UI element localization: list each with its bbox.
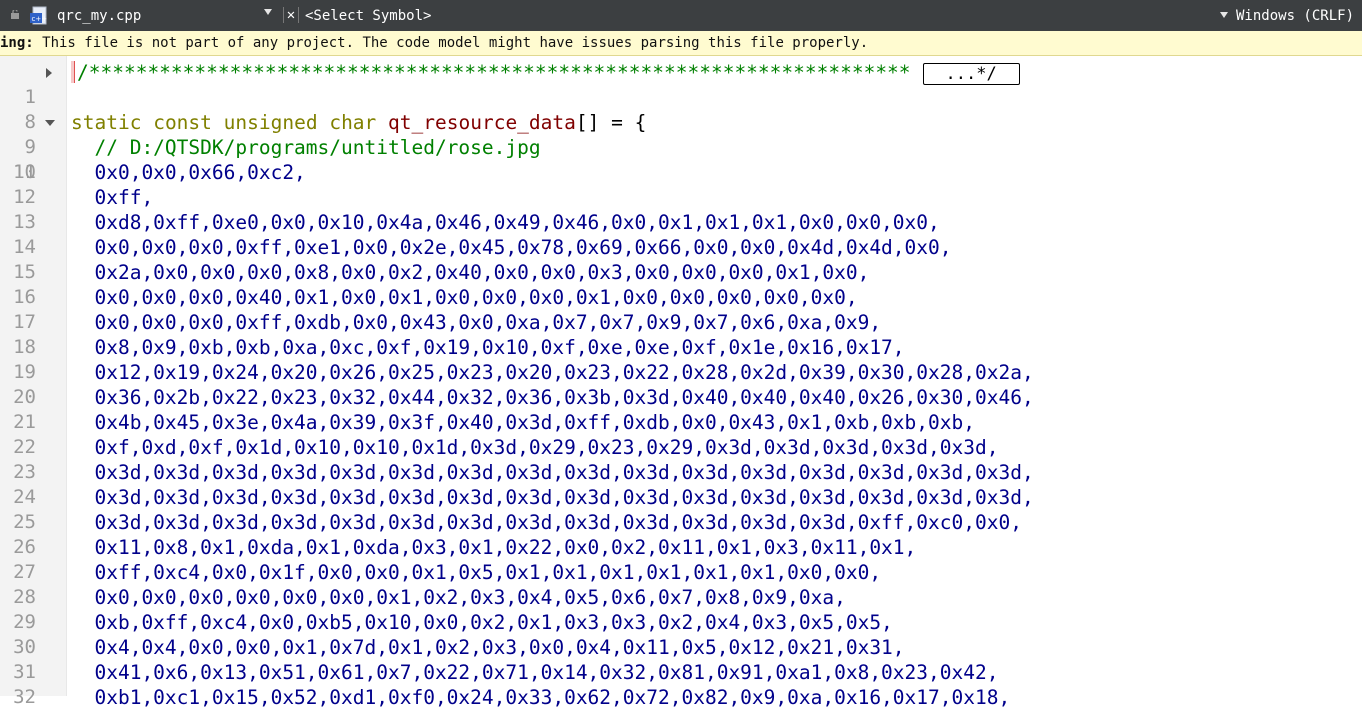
code-line[interactable]: 14 0x0,0x0,0x0,0xff,0xe1,0x0,0x2e,0x45,0… (0, 235, 1362, 260)
code-line[interactable]: 11 0x0,0x0,0x66,0xc2, (0, 160, 1362, 185)
line-number: 28 (13, 586, 36, 608)
code-text: 0x3d,0x3d,0x3d,0x3d,0x3d,0x3d,0x3d,0x3d,… (71, 511, 1022, 534)
code-line[interactable]: 21 0x4b,0x45,0x3e,0x4a,0x39,0x3f,0x40,0x… (0, 410, 1362, 435)
code-line[interactable]: 31 0x41,0x6,0x13,0x51,0x61,0x7,0x22,0x71… (0, 660, 1362, 685)
code-line[interactable]: 25 0x3d,0x3d,0x3d,0x3d,0x3d,0x3d,0x3d,0x… (0, 510, 1362, 535)
line-number: 32 (13, 686, 36, 708)
code-text: 0x2a,0x0,0x0,0x0,0x8,0x0,0x2,0x40,0x0,0x… (71, 261, 870, 284)
project-warning-bar: ing: This file is not part of any projec… (0, 31, 1362, 56)
code-text: 0x0,0x0,0x0,0x40,0x1,0x0,0x1,0x0,0x0,0x0… (71, 286, 858, 309)
line-number: 30 (13, 636, 36, 658)
line-number: 13 (13, 211, 36, 233)
line-number: 24 (13, 486, 36, 508)
code-line[interactable]: 32 0xb1,0xc1,0x15,0x52,0xd1,0xf0,0x24,0x… (0, 685, 1362, 710)
code-line[interactable]: 1 /*************************************… (0, 60, 1362, 108)
line-number: 16 (13, 286, 36, 308)
line-ending-chevron-icon[interactable] (1220, 12, 1228, 18)
line-number: 15 (13, 261, 36, 283)
code-text: 0x3d,0x3d,0x3d,0x3d,0x3d,0x3d,0x3d,0x3d,… (71, 486, 1034, 509)
code-text: 0xff,0xc4,0x0,0x1f,0x0,0x0,0x1,0x5,0x1,0… (71, 561, 882, 584)
code-line[interactable]: 18 0x8,0x9,0xb,0xb,0xa,0xc,0xf,0x19,0x10… (0, 335, 1362, 360)
close-document-button[interactable]: ✕ (283, 7, 299, 23)
code-line[interactable]: 23 0x3d,0x3d,0x3d,0x3d,0x3d,0x3d,0x3d,0x… (0, 460, 1362, 485)
code-text: 0x12,0x19,0x24,0x20,0x26,0x25,0x23,0x20,… (71, 361, 1034, 384)
line-number: 27 (13, 561, 36, 583)
fold-expand-icon[interactable] (46, 68, 52, 78)
code-text: /***************************************… (71, 60, 1020, 85)
code-line[interactable]: 10 // D:/QTSDK/programs/untitled/rose.jp… (0, 135, 1362, 183)
code-text: 0x0,0x0,0x0,0x0,0x0,0x0,0x1,0x2,0x3,0x4,… (71, 586, 846, 609)
code-line[interactable]: 15 0x2a,0x0,0x0,0x0,0x8,0x0,0x2,0x40,0x0… (0, 260, 1362, 285)
code-text: 0xb1,0xc1,0x15,0x52,0xd1,0xf0,0x24,0x33,… (71, 686, 1011, 709)
code-text: 0x0,0x0,0x0,0xff,0xdb,0x0,0x43,0x0,0xa,0… (71, 311, 882, 334)
line-number: 23 (13, 461, 36, 483)
line-number: 22 (13, 436, 36, 458)
code-line[interactable]: 22 0xf,0xd,0xf,0x1d,0x10,0x10,0x1d,0x3d,… (0, 435, 1362, 460)
code-text: 0x8,0x9,0xb,0xb,0xa,0xc,0xf,0x19,0x10,0x… (71, 336, 905, 359)
code-editor[interactable]: 1 /*************************************… (0, 56, 1362, 709)
comment-stars: /***************************************… (77, 61, 911, 84)
line-number: 11 (13, 161, 36, 183)
code-line[interactable]: 9 static const unsigned char qt_resource… (0, 110, 1362, 158)
code-text: 0xb,0xff,0xc4,0x0,0xb5,0x10,0x0,0x2,0x1,… (71, 611, 893, 634)
line-number: 31 (13, 661, 36, 683)
code-text: 0x11,0x8,0x1,0xda,0x1,0xda,0x3,0x1,0x22,… (71, 536, 917, 559)
punctuation: [] = { (575, 111, 647, 134)
text-cursor (71, 61, 75, 83)
editor-toolbar: c++ qrc_my.cpp ✕ <Select Symbol> Windows… (0, 0, 1362, 32)
warning-prefix: ing: (0, 35, 34, 51)
line-number: 25 (13, 511, 36, 533)
file-dropdown-chevron-icon[interactable] (264, 9, 272, 15)
cpp-file-icon: c++ (30, 6, 48, 25)
line-ending-selector[interactable]: Windows (CRLF) (1236, 6, 1354, 26)
code-line[interactable]: 19 0x12,0x19,0x24,0x20,0x26,0x25,0x23,0x… (0, 360, 1362, 385)
code-line[interactable]: 24 0x3d,0x3d,0x3d,0x3d,0x3d,0x3d,0x3d,0x… (0, 485, 1362, 510)
line-number: 18 (13, 336, 36, 358)
line-number: 26 (13, 536, 36, 558)
lock-icon[interactable] (10, 10, 20, 19)
code-line[interactable]: 27 0xff,0xc4,0x0,0x1f,0x0,0x0,0x1,0x5,0x… (0, 560, 1362, 585)
line-number: 14 (13, 236, 36, 258)
line-number: 19 (13, 361, 36, 383)
code-line[interactable]: 29 0xb,0xff,0xc4,0x0,0xb5,0x10,0x0,0x2,0… (0, 610, 1362, 635)
code-line[interactable]: 13 0xd8,0xff,0xe0,0x0,0x10,0x4a,0x46,0x4… (0, 210, 1362, 235)
line-number: 21 (13, 411, 36, 433)
identifier: qt_resource_data (388, 111, 576, 134)
code-line[interactable]: 20 0x36,0x2b,0x22,0x23,0x32,0x44,0x32,0x… (0, 385, 1362, 410)
code-text: 0x36,0x2b,0x22,0x23,0x32,0x44,0x32,0x36,… (71, 386, 1034, 409)
code-line[interactable]: 12 0xff, (0, 185, 1362, 210)
code-text: 0xf,0xd,0xf,0x1d,0x10,0x10,0x1d,0x3d,0x2… (71, 436, 999, 459)
fold-collapse-icon[interactable] (45, 120, 55, 126)
line-number: 20 (13, 386, 36, 408)
code-text: static const unsigned char qt_resource_d… (71, 110, 646, 135)
code-line[interactable]: 30 0x4,0x4,0x0,0x0,0x1,0x7d,0x1,0x2,0x3,… (0, 635, 1362, 660)
warning-message: This file is not part of any project. Th… (33, 35, 869, 51)
code-text: 0x41,0x6,0x13,0x51,0x61,0x7,0x22,0x71,0x… (71, 661, 999, 684)
code-text: 0x4,0x4,0x0,0x0,0x1,0x7d,0x1,0x2,0x3,0x0… (71, 636, 905, 659)
folded-comment-placeholder[interactable]: ...*/ (922, 63, 1020, 85)
code-line[interactable]: 28 0x0,0x0,0x0,0x0,0x0,0x0,0x1,0x2,0x3,0… (0, 585, 1362, 610)
keyword: const (153, 111, 212, 134)
line-number: 29 (13, 611, 36, 633)
code-line[interactable]: 17 0x0,0x0,0x0,0xff,0xdb,0x0,0x43,0x0,0x… (0, 310, 1362, 335)
line-number: 12 (13, 186, 36, 208)
code-line[interactable]: 8 (0, 85, 1362, 133)
keyword: static (71, 111, 142, 134)
code-line[interactable]: 16 0x0,0x0,0x0,0x40,0x1,0x0,0x1,0x0,0x0,… (0, 285, 1362, 310)
code-text: 0x4b,0x45,0x3e,0x4a,0x39,0x3f,0x40,0x3d,… (71, 411, 975, 434)
line-number: 17 (13, 311, 36, 333)
keyword: unsigned (223, 111, 318, 134)
code-comment: // D:/QTSDK/programs/untitled/rose.jpg (71, 136, 541, 159)
code-text: 0x3d,0x3d,0x3d,0x3d,0x3d,0x3d,0x3d,0x3d,… (71, 461, 1034, 484)
keyword: char (329, 111, 377, 134)
code-text: 0xff, (71, 186, 154, 209)
warning-text: ing: This file is not part of any projec… (0, 33, 868, 53)
file-name-selector[interactable]: qrc_my.cpp (57, 6, 141, 26)
code-text: 0xd8,0xff,0xe0,0x0,0x10,0x4a,0x46,0x49,0… (71, 211, 940, 234)
symbol-selector[interactable]: <Select Symbol> (305, 6, 431, 26)
code-line[interactable]: 26 0x11,0x8,0x1,0xda,0x1,0xda,0x3,0x1,0x… (0, 535, 1362, 560)
svg-text:c++: c++ (32, 15, 48, 23)
code-text: 0x0,0x0,0x66,0xc2, (71, 161, 306, 184)
code-text: 0x0,0x0,0x0,0xff,0xe1,0x0,0x2e,0x45,0x78… (71, 236, 952, 259)
